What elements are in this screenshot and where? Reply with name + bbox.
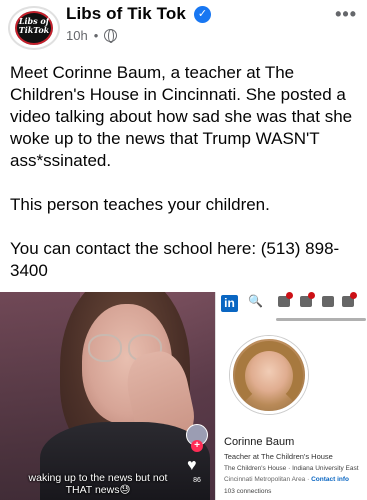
notification-badge (286, 292, 293, 299)
profile-photo-hair (235, 341, 303, 411)
heart-icon[interactable]: ♥ (187, 457, 197, 475)
meta-separator: • (93, 28, 99, 43)
post-body: Meet Corinne Baum, a teacher at The Chil… (10, 62, 360, 304)
avatar-logo-text: Libs of TikTok (18, 16, 50, 35)
profile-education: The Children's House · Indiana Universit… (224, 465, 359, 472)
profile-location: Cincinnati Metropolitan Area · Contact i… (224, 476, 349, 483)
verified-badge-icon: ✓ (194, 6, 211, 23)
post-paragraph: This person teaches your children. (10, 195, 270, 214)
globe-icon (104, 29, 118, 43)
profile-photo (230, 336, 308, 414)
search-icon: 🔍 (248, 294, 263, 308)
post-time[interactable]: 10h (66, 28, 88, 43)
post-paragraph: You can contact the school here: (513) 8… (10, 239, 340, 280)
page-name[interactable]: Libs of Tik Tok (66, 4, 186, 24)
linkedin-screenshot[interactable]: in 🔍 Corinne Baum Teacher at The Childre… (215, 292, 367, 500)
linkedin-logo: in (221, 295, 238, 312)
post-header: Libs of TikTok Libs of Tik Tok ✓ 10h • •… (0, 0, 367, 52)
contact-info-link[interactable]: Contact info (311, 476, 349, 483)
follow-plus-icon[interactable]: + (191, 440, 203, 452)
video-caption: waking up to the news but not THAT news😓 (28, 472, 168, 496)
more-options-button[interactable]: ••• (335, 4, 357, 25)
profile-connections: 103 connections (224, 488, 272, 495)
glasses-left (88, 334, 122, 362)
post-paragraph: Meet Corinne Baum, a teacher at The Chil… (10, 63, 353, 170)
linkedin-topbar: in 🔍 (216, 292, 367, 314)
profile-name: Corinne Baum (224, 436, 295, 448)
page-avatar[interactable]: Libs of TikTok (8, 6, 60, 50)
post-media[interactable]: waking up to the news but not THAT news😓… (0, 292, 367, 500)
notification-badge (308, 292, 315, 299)
post-meta: 10h • (66, 28, 118, 43)
notification-badge (350, 292, 357, 299)
profile-headline: Teacher at The Children's House (224, 452, 333, 461)
tiktok-screenshot[interactable]: waking up to the news but not THAT news😓… (0, 292, 215, 500)
jobs-icon (322, 296, 334, 307)
scroll-indicator (276, 318, 366, 321)
like-count: 86 (193, 477, 201, 484)
